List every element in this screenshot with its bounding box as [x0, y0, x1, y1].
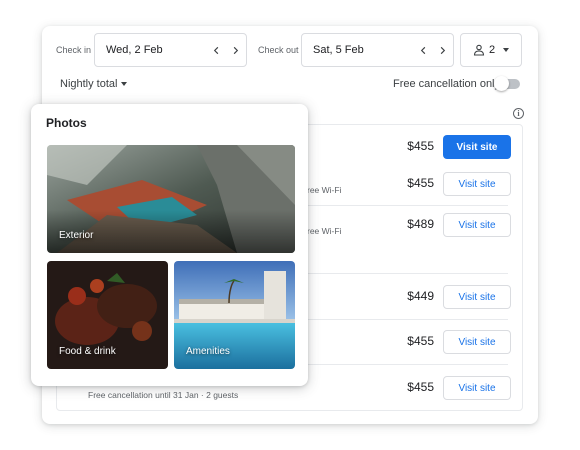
- chevron-left-icon[interactable]: [208, 42, 224, 58]
- row-divider: [287, 273, 508, 274]
- stage: Check in Wed, 2 Feb Check out Sat, 5 Feb…: [0, 0, 580, 450]
- offer-price: $489: [407, 217, 434, 231]
- offer-amenity: ree Wi-Fi: [307, 185, 342, 195]
- dropdown-arrow-icon: [503, 48, 510, 52]
- guests-count: 2: [488, 44, 496, 56]
- photos-panel: Photos Exterior Food & drink Amenities: [31, 104, 308, 386]
- photo-exterior[interactable]: Exterior: [47, 145, 295, 253]
- person-icon: [473, 44, 484, 56]
- chevron-left-icon[interactable]: [415, 42, 431, 58]
- offer-price: $455: [407, 139, 434, 153]
- checkout-label: Check out: [258, 45, 299, 55]
- row-divider: [287, 205, 508, 206]
- chevron-right-icon[interactable]: [434, 42, 450, 58]
- visit-site-button[interactable]: Visit site: [443, 376, 511, 400]
- toggle-knob[interactable]: [494, 76, 509, 91]
- cancellation-note: Free cancellation until 31 Jan · 2 guest…: [88, 390, 239, 400]
- nightly-total-label: Nightly total: [60, 78, 118, 90]
- offer-amenity: ree Wi-Fi: [307, 226, 342, 236]
- photo-label: Amenities: [186, 346, 230, 357]
- chevron-right-icon[interactable]: [227, 42, 243, 58]
- checkin-value: Wed, 2 Feb: [106, 44, 163, 56]
- info-icon[interactable]: i: [513, 108, 524, 119]
- offer-price: $455: [407, 380, 434, 394]
- offer-price: $449: [407, 289, 434, 303]
- checkout-value: Sat, 5 Feb: [313, 44, 364, 56]
- free-cancellation-label: Free cancellation only: [393, 78, 501, 90]
- row-divider: [287, 364, 508, 365]
- guests-selector[interactable]: 2: [460, 33, 522, 67]
- photo-label: Food & drink: [59, 346, 116, 357]
- visit-site-button[interactable]: Visit site: [443, 172, 511, 196]
- row-divider: [287, 319, 508, 320]
- checkin-field[interactable]: Wed, 2 Feb: [94, 33, 247, 67]
- checkin-label: Check in: [56, 45, 92, 55]
- visit-site-button[interactable]: Visit site: [443, 330, 511, 354]
- offer-price: $455: [407, 176, 434, 190]
- photos-title: Photos: [46, 116, 87, 130]
- photo-amenities[interactable]: Amenities: [174, 261, 295, 369]
- offer-price: $455: [407, 334, 434, 348]
- checkout-field[interactable]: Sat, 5 Feb: [301, 33, 454, 67]
- visit-site-button[interactable]: Visit site: [443, 285, 511, 309]
- dropdown-arrow-icon: [121, 82, 128, 86]
- nightly-total-dropdown[interactable]: Nightly total: [60, 78, 128, 90]
- visit-site-button[interactable]: Visit site: [443, 135, 511, 159]
- photo-label: Exterior: [59, 230, 94, 241]
- photo-food-drink[interactable]: Food & drink: [47, 261, 168, 369]
- visit-site-button[interactable]: Visit site: [443, 213, 511, 237]
